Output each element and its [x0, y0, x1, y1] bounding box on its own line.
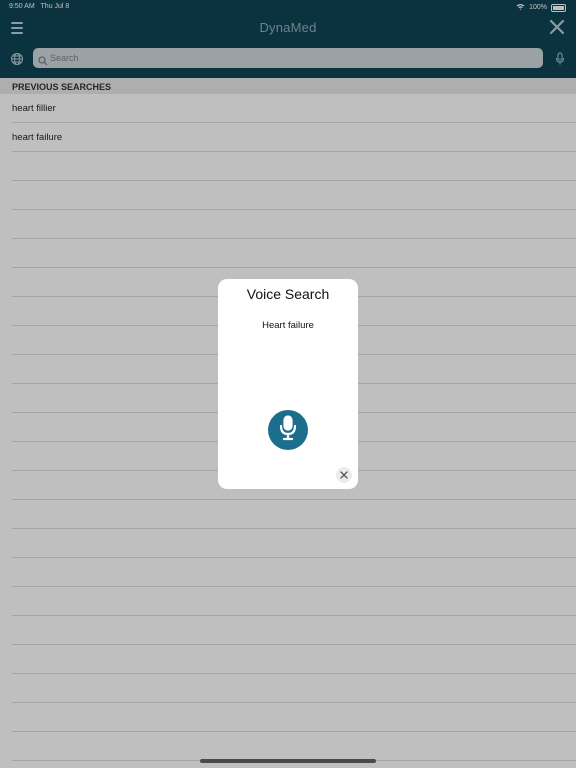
- voice-search-dialog: Voice Search Heart failure: [218, 279, 358, 489]
- microphone-icon: [279, 414, 297, 446]
- close-icon: [340, 466, 348, 484]
- home-indicator: [200, 759, 376, 763]
- voice-record-button[interactable]: [268, 410, 308, 450]
- dialog-close-button[interactable]: [336, 467, 352, 483]
- dialog-title: Voice Search: [246, 286, 330, 302]
- voice-transcript: Heart failure: [262, 320, 314, 331]
